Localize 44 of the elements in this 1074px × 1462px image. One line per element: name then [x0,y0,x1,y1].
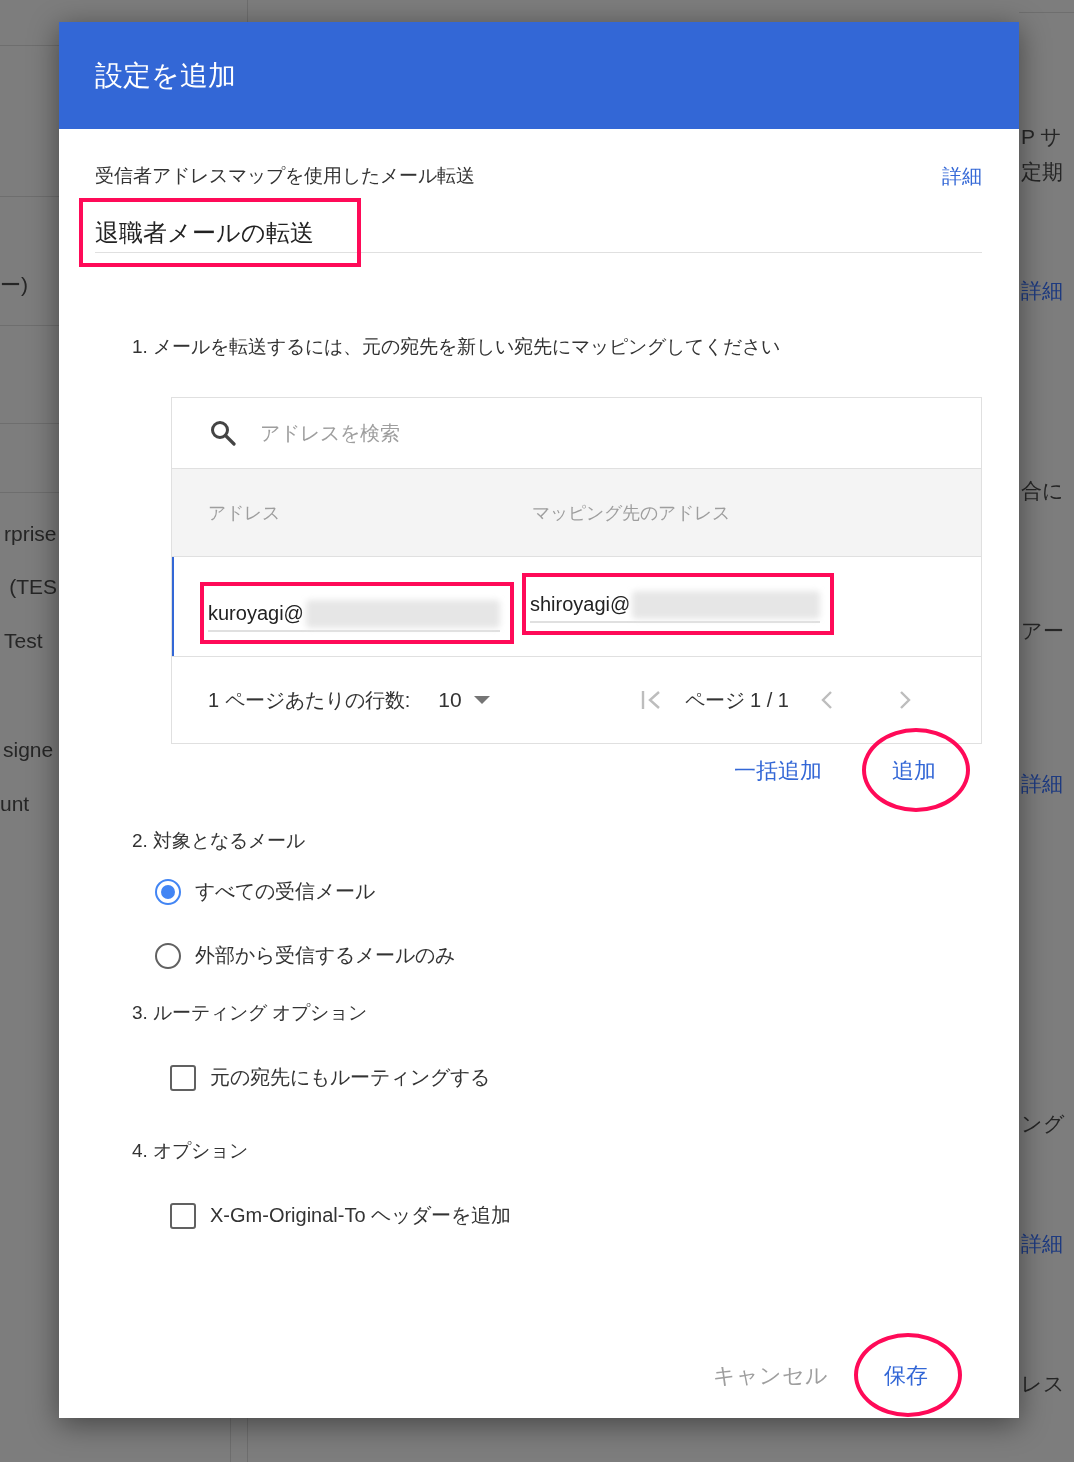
radio-button[interactable] [155,942,181,969]
address-field[interactable]: kuroyagi@ [208,597,500,632]
background-text: アー [1021,618,1064,644]
column-header: アドレス [208,501,280,525]
background-text: 定期 [1021,159,1063,185]
button[interactable]: 追加 [888,750,940,792]
step-label: 3. ルーティング オプション [131,1001,369,1025]
background-text: signe [3,737,54,763]
dialog-title: 設定を追加 [95,58,236,93]
radio-label: 外部から受信するメールのみ [195,943,455,968]
checkbox[interactable] [170,1202,196,1229]
background-text: ー) [0,272,28,298]
checkbox[interactable] [170,1064,196,1091]
rows-per-page-label: 1 ページあたりの行数: [208,687,411,713]
radio-button[interactable] [155,878,181,905]
background-text: unt [0,791,30,817]
radio-label: すべての受信メール [195,879,375,904]
search-icon [210,420,236,446]
step-label: 2. 対象となるメール [131,829,307,853]
chevron-left-icon[interactable] [821,690,833,710]
background-text: P サ [1021,124,1063,150]
background-text: 合に [1021,478,1064,504]
rows-per-page-select[interactable]: 10 [438,688,490,712]
background-text: ング [1021,1111,1065,1137]
background-text: (TES [9,574,57,600]
step-label: 4. オプション [131,1139,250,1163]
button[interactable]: 一括追加 [730,750,826,792]
background-text: rprise [4,521,57,547]
save-button[interactable]: 保存 [880,1355,932,1397]
checkbox-label: 元の宛先にもルーティングする [210,1065,490,1090]
setting-type-label: 受信者アドレスマップを使用したメール転送 [95,164,475,188]
first-page-icon[interactable] [640,689,661,711]
address-field[interactable]: shiroyagi@ [530,588,820,623]
caret-icon [473,696,490,704]
step-label: 1. メールを転送するには、元の宛先を新しい宛先にマッピングしてください [131,335,782,359]
background-text: Test [4,628,43,654]
chevron-right-icon[interactable] [899,690,911,710]
background-text: レス [1021,1371,1065,1397]
column-header: マッピング先のアドレス [532,501,730,525]
checkbox-label: X-Gm-Original-To ヘッダーを追加 [210,1203,512,1228]
details-link[interactable]: 詳細 [942,163,982,189]
page-indicator: ページ 1 / 1 [684,687,789,713]
search-field[interactable]: アドレスを検索 [258,420,762,446]
name-field[interactable]: 退職者メールの転送 [95,189,982,253]
